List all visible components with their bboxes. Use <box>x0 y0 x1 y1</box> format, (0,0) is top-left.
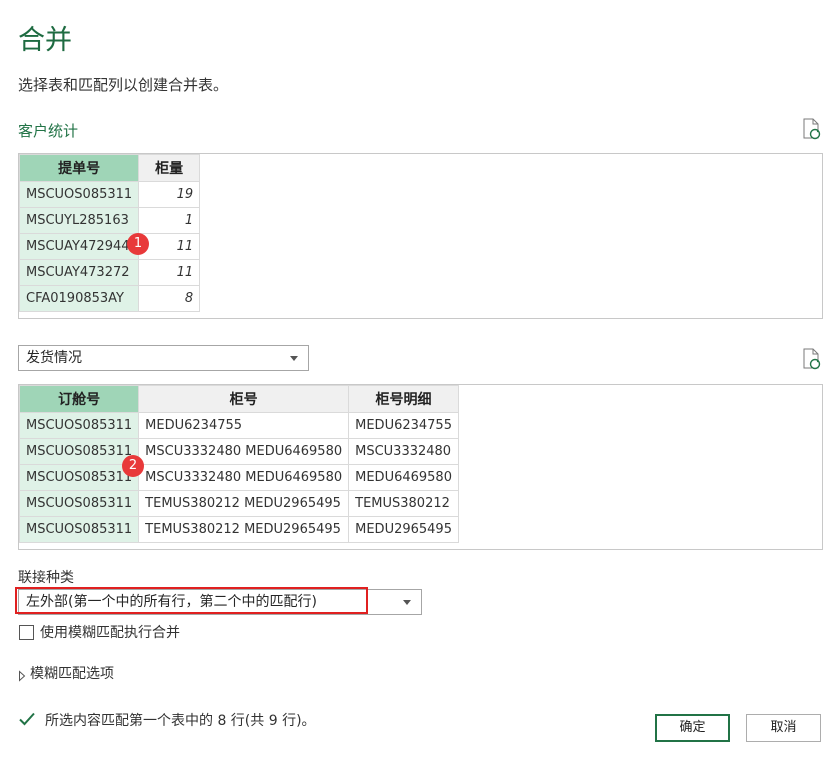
table-row: MSCUOS085311 MSCU3332480 MEDU6469580 MSC… <box>18 438 459 465</box>
table-cell: MSCUOS085311 <box>18 412 140 439</box>
refresh-preview-icon[interactable] <box>802 118 822 140</box>
ok-button[interactable]: 确定 <box>655 714 730 742</box>
table-cell: 11 <box>138 259 201 286</box>
table-cell: MEDU2965495 <box>348 516 459 543</box>
table1-name: 客户统计 <box>18 122 79 140</box>
table-cell: TEMUS380212 MEDU2965495 <box>138 490 350 517</box>
table-cell: MSCU3332480 MEDU6469580 <box>138 438 350 465</box>
checkmark-icon <box>18 711 36 731</box>
dialog-title: 合并 <box>18 25 72 56</box>
table-cell: 1 <box>138 207 201 234</box>
table-row: MSCUAY473272 11 <box>18 259 201 286</box>
table-cell: MSCUAY473272 <box>18 259 140 286</box>
annotation-marker-1: 1 <box>127 233 149 255</box>
dropdown-arrow-icon <box>403 600 411 605</box>
table-cell: MEDU6234755 <box>348 412 459 439</box>
expand-triangle-icon[interactable] <box>18 667 26 686</box>
status-text: 所选内容匹配第一个表中的 8 行(共 9 行)。 <box>45 713 316 729</box>
table-row: MSCUAY472944 11 <box>18 233 201 260</box>
refresh-preview-icon[interactable] <box>802 348 822 370</box>
table-cell: MSCUOS085311 <box>18 490 140 517</box>
dropdown-arrow-icon <box>290 356 298 361</box>
table-cell: MSCUOS085311 <box>18 464 140 491</box>
table-cell: TEMUS380212 <box>348 490 459 517</box>
table2-select[interactable]: 发货情况 <box>18 345 309 371</box>
table-row: MSCUOS085311 19 <box>18 181 201 208</box>
table2-grid: 订舱号 柜号 柜号明细 MSCUOS085311 MEDU6234755 MED… <box>18 385 459 543</box>
table1-column-header[interactable]: 提单号 <box>18 154 140 182</box>
table-cell: MEDU6469580 <box>348 464 459 491</box>
table2-column-header[interactable]: 订舱号 <box>18 385 140 413</box>
join-kind-value: 左外部(第一个中的所有行，第二个中的匹配行) <box>26 594 317 610</box>
table2-select-value: 发货情况 <box>26 350 82 366</box>
fuzzy-match-label: 使用模糊匹配执行合并 <box>40 625 180 641</box>
table-row: MSCUYL285163 1 <box>18 207 201 234</box>
table-cell: MSCU3332480 MEDU6469580 <box>138 464 350 491</box>
table1-column-header[interactable]: 柜量 <box>138 154 201 182</box>
cancel-button[interactable]: 取消 <box>746 714 821 742</box>
table-row: MSCUOS085311 TEMUS380212 MEDU2965495 TEM… <box>18 490 459 517</box>
table-cell: MSCUOS085311 <box>18 516 140 543</box>
table-row: CFA0190853AY 8 <box>18 285 201 312</box>
join-kind-label: 联接种类 <box>18 570 74 586</box>
fuzzy-options-toggle[interactable]: 模糊匹配选项 <box>30 663 114 683</box>
table-cell: MSCUAY472944 <box>18 233 140 260</box>
table-cell: 19 <box>138 181 201 208</box>
join-kind-select[interactable]: 左外部(第一个中的所有行，第二个中的匹配行) <box>18 589 422 615</box>
table2-column-header[interactable]: 柜号 <box>138 385 350 413</box>
table-row: MSCUOS085311 TEMUS380212 MEDU2965495 MED… <box>18 516 459 543</box>
annotation-marker-2: 2 <box>122 455 144 477</box>
table-cell: MSCUOS085311 <box>18 438 140 465</box>
table-cell: CFA0190853AY <box>18 285 140 312</box>
table-row: MSCUOS085311 MSCU3332480 MEDU6469580 MED… <box>18 464 459 491</box>
table-row: MSCUOS085311 MEDU6234755 MEDU6234755 <box>18 412 459 439</box>
dialog-description: 选择表和匹配列以创建合并表。 <box>18 76 229 94</box>
table-cell: MEDU6234755 <box>138 412 350 439</box>
table2-column-header[interactable]: 柜号明细 <box>348 385 459 413</box>
table-cell: 8 <box>138 285 201 312</box>
table-cell: MSCUYL285163 <box>18 207 140 234</box>
table-cell: TEMUS380212 MEDU2965495 <box>138 516 350 543</box>
table1-grid: 提单号 柜量 MSCUOS085311 19 MSCUYL285163 1 MS… <box>18 154 201 312</box>
table-cell: MSCUOS085311 <box>18 181 140 208</box>
table-cell: MSCU3332480 <box>348 438 459 465</box>
fuzzy-match-checkbox[interactable] <box>19 625 34 640</box>
